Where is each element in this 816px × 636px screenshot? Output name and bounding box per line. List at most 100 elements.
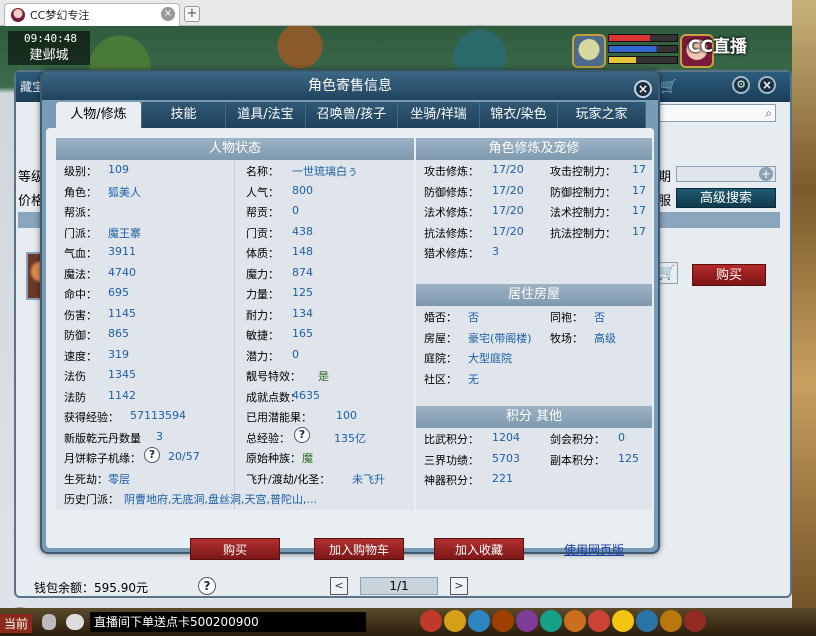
status-value: 865: [108, 327, 129, 340]
character-status-header: 人物状态: [56, 138, 414, 160]
menu-icon-8[interactable]: [588, 610, 610, 632]
menu-icon-7[interactable]: [564, 610, 586, 632]
map-location[interactable]: 建邺城: [8, 47, 90, 65]
advanced-search-button[interactable]: 高级搜索: [676, 188, 776, 208]
info-label: 房屋：: [424, 331, 457, 345]
tab-close-icon[interactable]: ×: [161, 7, 175, 21]
status-value: 165: [292, 327, 313, 340]
help-icon[interactable]: ?: [294, 426, 310, 443]
status-value: 魔: [302, 452, 313, 465]
next-page-button[interactable]: >: [450, 577, 468, 595]
menu-icon-9[interactable]: [612, 610, 634, 632]
status-label: 潜力：: [246, 349, 279, 363]
info-row: 社区： 无: [416, 368, 652, 389]
status-label: 魔法：: [64, 267, 97, 281]
microphone-icon[interactable]: [42, 614, 56, 630]
info-value: 大型庭院: [468, 352, 512, 365]
status-value: 319: [108, 347, 129, 361]
menu-icon-3[interactable]: [468, 610, 490, 632]
status-value: 800: [292, 183, 313, 197]
training-rows: 攻击修炼： 17/20 攻击控制力： 17 防御修炼： 17/20 防御控制力： 17 法术修炼…: [416, 160, 652, 263]
status-value: 3911: [108, 245, 136, 258]
info-label: 神器积分：: [424, 474, 479, 487]
filter-field[interactable]: +: [676, 166, 776, 182]
dialog-title: 角色寄售信息: [42, 72, 658, 100]
info-value: 3: [492, 245, 499, 258]
right-border-decoration: [792, 0, 816, 636]
info-row: 抗法修炼： 17/20 抗法控制力： 17: [416, 222, 652, 243]
status-value: 3: [156, 429, 163, 443]
shop-close-icon[interactable]: ×: [758, 76, 776, 94]
status-row: 防御： 865 敏捷： 165: [56, 324, 414, 345]
menu-icon-12[interactable]: [684, 610, 706, 632]
menu-icon-1[interactable]: [420, 610, 442, 632]
info-row: 法术修炼： 17/20 法术控制力： 17: [416, 201, 652, 222]
favicon-icon: [11, 8, 25, 22]
training-header: 角色修炼及宠修: [416, 138, 652, 160]
status-row: 伤害： 1145 耐力： 134: [56, 304, 414, 325]
menu-icon-6[interactable]: [540, 610, 562, 632]
help-icon[interactable]: ?: [144, 447, 160, 463]
status-row: 角色： 狐美人 人气： 800: [56, 181, 414, 202]
status-value: 4635: [292, 388, 320, 402]
info-row: 神器积分： 221: [416, 469, 652, 490]
status-label: 防御：: [64, 329, 97, 342]
use-web-version-link[interactable]: 使用网页版: [564, 541, 624, 558]
info-value: 125: [618, 451, 639, 465]
status-label: 法伤: [64, 370, 86, 383]
pet-avatar[interactable]: [572, 34, 606, 68]
status-label: 名称：: [246, 165, 279, 178]
tab-mounts[interactable]: 坐骑/祥瑞: [398, 102, 480, 128]
character-status-table: 级别： 109 名称： 一世琉璃白ぅ 角色： 狐美人 人气： 800 帮派： 帮贡： 0 门派： 魔王寨…: [56, 160, 414, 509]
tab-home[interactable]: 玩家之家: [558, 102, 646, 128]
add-to-favorites-button[interactable]: 加入收藏: [434, 538, 524, 560]
info-label: 婚否：: [424, 311, 457, 324]
menu-icon-10[interactable]: [636, 610, 658, 632]
tab-outfits[interactable]: 锦衣/染色: [480, 102, 558, 128]
status-value: 一世琉璃白ぅ: [292, 165, 358, 178]
menu-icon-2[interactable]: [444, 610, 466, 632]
status-row: 级别： 109 名称： 一世琉璃白ぅ: [56, 160, 414, 181]
dialog-body: 人物状态 级别： 109 名称： 一世琉璃白ぅ 角色： 狐美人 人气： 800 帮派： 帮贡： 0 门…: [46, 128, 654, 548]
info-row: 猎术修炼： 3: [416, 242, 652, 263]
chat-icon[interactable]: [66, 614, 84, 630]
prev-page-button[interactable]: <: [330, 577, 348, 595]
info-label: 抗法控制力：: [550, 226, 616, 240]
menu-icon-5[interactable]: [516, 610, 538, 632]
status-label: 门派：: [64, 226, 97, 240]
help-icon[interactable]: ?: [198, 577, 216, 595]
status-row: 帮派： 帮贡： 0: [56, 201, 414, 222]
info-value: 17/20: [492, 224, 524, 238]
current-channel-label[interactable]: 当前: [0, 614, 33, 633]
info-label: 法术修炼：: [424, 206, 479, 219]
menu-icon-4[interactable]: [492, 610, 514, 632]
status-label: 帮贡：: [246, 206, 279, 219]
browser-tab[interactable]: CC梦幻专注 ×: [4, 3, 180, 26]
status-value: 148: [292, 245, 313, 258]
menu-icon-11[interactable]: [660, 610, 682, 632]
page-indicator: 1/1: [360, 577, 438, 595]
score-header: 积分 其他: [416, 406, 652, 428]
tab-character[interactable]: 人物/修炼: [56, 102, 142, 128]
buy-button[interactable]: 购买: [190, 538, 280, 560]
tab-skills[interactable]: 技能: [142, 102, 226, 128]
info-value: 5703: [492, 451, 520, 465]
tab-pets[interactable]: 召唤兽/孩子: [306, 102, 398, 128]
cart-icon[interactable]: 🛒: [660, 79, 677, 95]
status-label: 总经验：: [246, 431, 290, 445]
status-value: 125: [292, 286, 313, 299]
plus-icon[interactable]: +: [759, 167, 773, 181]
gear-icon[interactable]: ⚙: [732, 76, 750, 94]
status-label: 敏捷：: [246, 329, 279, 342]
cc-live-logo: CC直播: [688, 37, 747, 57]
new-tab-button[interactable]: +: [184, 6, 200, 22]
info-value: 否: [468, 311, 479, 324]
add-to-cart-button[interactable]: 加入购物车: [314, 538, 404, 560]
tab-items[interactable]: 道具/法宝: [226, 102, 306, 128]
info-value: 高级: [594, 331, 616, 345]
status-row: 魔法： 4740 魔力： 874: [56, 263, 414, 284]
dialog-close-icon[interactable]: ×: [634, 80, 652, 98]
shop-buy-button[interactable]: 购买: [692, 264, 766, 286]
search-icon[interactable]: ⌕: [765, 106, 772, 121]
status-value: 109: [108, 163, 129, 176]
